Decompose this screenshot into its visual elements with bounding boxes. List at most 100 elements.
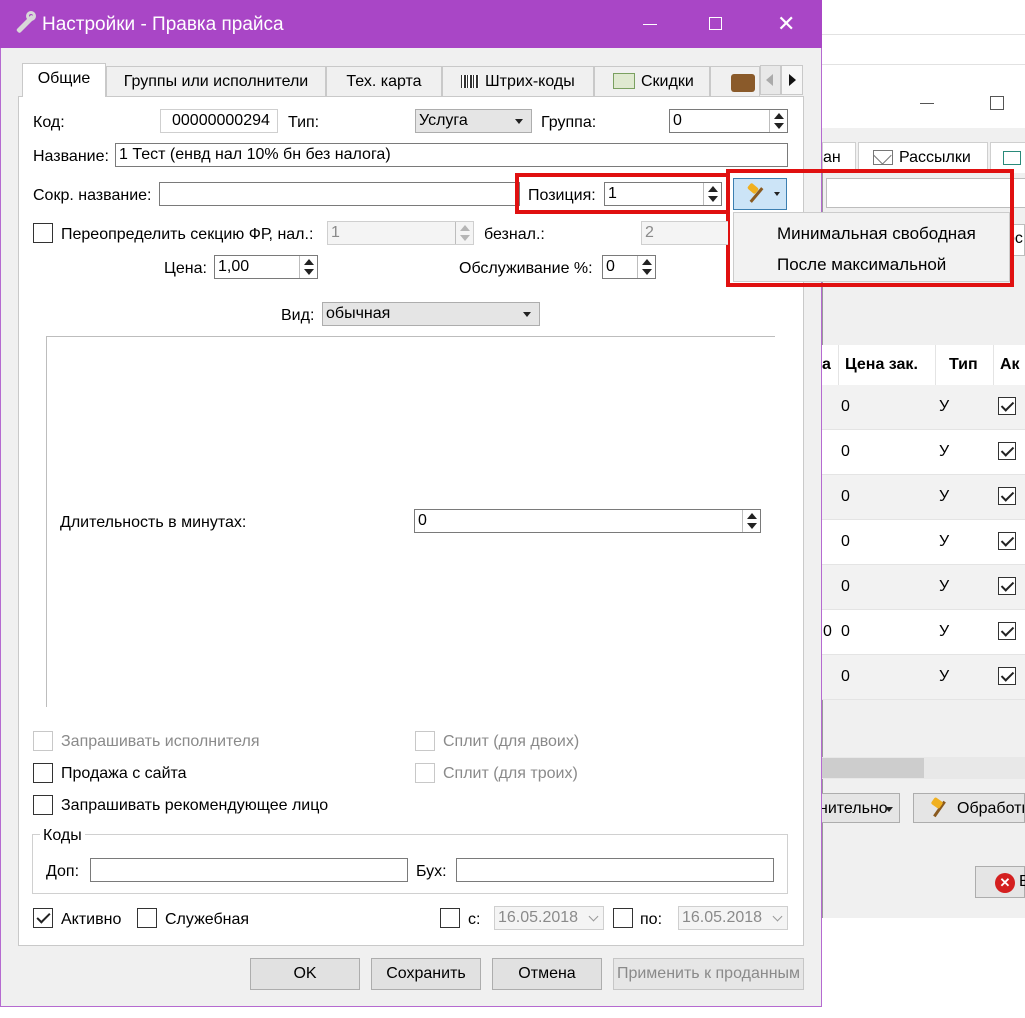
- tab-tech-card[interactable]: Тех. карта: [326, 66, 442, 96]
- split-three-checkbox[interactable]: [415, 763, 435, 783]
- noncash-value: 2: [645, 224, 654, 241]
- discount-icon: [613, 73, 635, 89]
- override-cash-spinner[interactable]: [455, 222, 473, 244]
- code-field[interactable]: 00000000294: [160, 109, 278, 133]
- table-row[interactable]: 0У: [822, 655, 1025, 700]
- close-button[interactable]: ✕: [764, 0, 810, 48]
- table-cell-active-checkbox[interactable]: [998, 532, 1016, 550]
- table-row[interactable]: 00 У: [822, 610, 1025, 655]
- service-spinner[interactable]: [637, 256, 655, 278]
- magic-wand-icon: [746, 182, 766, 204]
- name-label: Название:: [33, 148, 109, 165]
- service-flag-label: Служебная: [165, 911, 250, 928]
- acc-code-label: Бух:: [416, 863, 447, 880]
- dialog-titlebar[interactable]: Настройки - Правка прайса ✕: [0, 0, 822, 48]
- duration-spinner[interactable]: [742, 510, 760, 532]
- active-label: Активно: [61, 911, 122, 928]
- type-label: Тип:: [288, 114, 320, 131]
- split-two-checkbox[interactable]: [415, 731, 435, 751]
- service-label: Обслуживание %:: [459, 260, 593, 277]
- column-header-active[interactable]: Ак: [1000, 345, 1020, 385]
- tab-tech-card-label: Тех. карта: [346, 73, 422, 90]
- split-three-label: Сплит (для троих): [443, 765, 578, 782]
- override-cash-field[interactable]: 1: [327, 221, 474, 245]
- maximize-icon: [709, 17, 722, 30]
- tabs-scroll-right-button[interactable]: [781, 65, 803, 95]
- active-checkbox[interactable]: [33, 908, 53, 928]
- extra-code-field[interactable]: [90, 858, 408, 882]
- table-row[interactable]: 0У: [822, 385, 1025, 430]
- maximize-icon[interactable]: [990, 96, 1004, 110]
- to-date-checkbox[interactable]: [613, 908, 633, 928]
- override-checkbox[interactable]: [33, 223, 53, 243]
- maximize-button[interactable]: [692, 0, 738, 48]
- tabs-scroll-left-button[interactable]: [760, 65, 781, 95]
- price-spinner[interactable]: [299, 256, 317, 278]
- service-field[interactable]: 0: [602, 255, 656, 279]
- minimize-icon: [643, 24, 657, 25]
- duration-value: 0: [418, 512, 427, 529]
- table-cell-active-checkbox[interactable]: [998, 397, 1016, 415]
- ask-performer-checkbox[interactable]: [33, 731, 53, 751]
- save-button[interactable]: Сохранить: [371, 958, 481, 990]
- background-close-button[interactable]: ✕ В: [975, 866, 1025, 898]
- table-row[interactable]: 0У: [822, 430, 1025, 475]
- tab-general[interactable]: Общие: [22, 63, 106, 97]
- type-select[interactable]: Услуга: [415, 109, 532, 133]
- service-flag-checkbox[interactable]: [137, 908, 157, 928]
- group-value: 0: [673, 112, 682, 129]
- background-processing-button[interactable]: Обработк: [913, 793, 1025, 823]
- table-cell-active-checkbox[interactable]: [998, 577, 1016, 595]
- background-tab-partial-label: ан: [823, 149, 841, 166]
- apply-to-sold-button[interactable]: Применить к проданным: [613, 958, 804, 990]
- table-cell-active-checkbox[interactable]: [998, 442, 1016, 460]
- from-date-checkbox[interactable]: [440, 908, 460, 928]
- price-value: 1,00: [218, 258, 250, 275]
- name-field[interactable]: 1 Тест (енвд нал 10% бн без налога): [115, 143, 788, 167]
- column-header-type[interactable]: Тип: [949, 345, 978, 385]
- tab-groups[interactable]: Группы или исполнители: [106, 66, 326, 96]
- table-cell-active-checkbox[interactable]: [998, 487, 1016, 505]
- group-field[interactable]: 0: [669, 109, 788, 133]
- extra-code-label: Доп:: [46, 863, 80, 880]
- minimize-button[interactable]: [627, 0, 673, 48]
- background-additional-button[interactable]: нительно: [816, 793, 900, 823]
- minimize-icon[interactable]: [920, 103, 934, 104]
- site-sale-checkbox[interactable]: [33, 763, 53, 783]
- background-additional-label: нительно: [819, 800, 888, 817]
- processing-wand-icon: [930, 796, 948, 818]
- position-spinner[interactable]: [703, 183, 721, 205]
- ok-button[interactable]: OK: [250, 958, 360, 990]
- name-value: 1 Тест (енвд нал 10% бн без налога): [119, 146, 391, 163]
- menu-item-after-max[interactable]: После максимальной: [777, 250, 946, 280]
- to-date-picker[interactable]: 16.05.2018: [678, 906, 788, 930]
- duration-field[interactable]: 0: [414, 509, 761, 533]
- table-cell-type: У: [939, 443, 950, 460]
- background-processing-label: Обработк: [957, 800, 1025, 817]
- table-row[interactable]: 0У: [822, 520, 1025, 565]
- table-row[interactable]: 0У: [822, 475, 1025, 520]
- tab-discounts[interactable]: Скидки: [594, 66, 710, 96]
- column-header-purchase-price[interactable]: Цена зак.: [845, 345, 918, 385]
- menu-item-min-free[interactable]: Минимальная свободная: [777, 219, 976, 249]
- price-field[interactable]: 1,00: [214, 255, 318, 279]
- table-cell-active-checkbox[interactable]: [998, 667, 1016, 685]
- acc-code-field[interactable]: [456, 858, 774, 882]
- from-date-picker[interactable]: 16.05.2018: [494, 906, 604, 930]
- column-header-partial[interactable]: а: [822, 345, 831, 385]
- kind-select[interactable]: обычная: [322, 302, 540, 326]
- noncash-field[interactable]: 2: [641, 221, 728, 245]
- group-spinner[interactable]: [769, 110, 787, 132]
- table-cell-active-checkbox[interactable]: [998, 622, 1016, 640]
- position-options-button[interactable]: [733, 178, 787, 210]
- cancel-button[interactable]: Отмена: [492, 958, 602, 990]
- ask-referrer-checkbox[interactable]: [33, 795, 53, 815]
- position-field[interactable]: 1: [604, 182, 722, 206]
- background-scrollbar-thumb[interactable]: [822, 758, 924, 778]
- code-label: Код:: [33, 114, 65, 131]
- tab-barcodes[interactable]: Штрих-коды: [442, 66, 594, 96]
- codes-group-title: Коды: [40, 826, 85, 846]
- short-name-field[interactable]: [159, 182, 520, 206]
- table-row[interactable]: 0У: [822, 565, 1025, 610]
- tab-wallet[interactable]: [710, 66, 760, 96]
